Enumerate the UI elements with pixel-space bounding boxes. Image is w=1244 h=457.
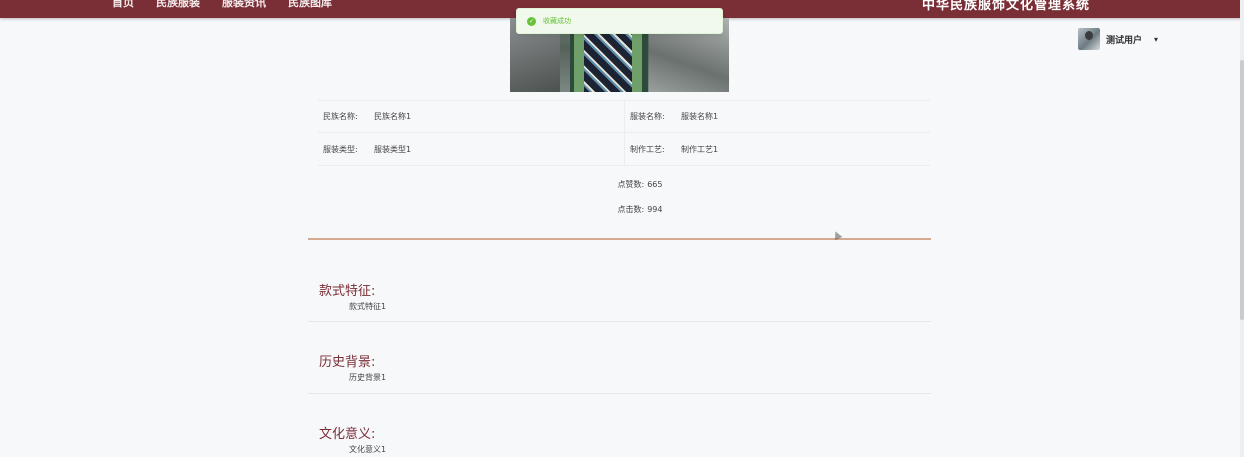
section-title: 款式特征: — [319, 284, 376, 299]
section-content: 文化意义1 — [349, 445, 387, 454]
field-label: 制作工艺: — [630, 144, 665, 154]
cultural-meaning-section: 文化意义: 文化意义1 — [319, 423, 931, 455]
section-separator — [308, 321, 931, 322]
nav-home[interactable]: 首页 — [112, 0, 134, 10]
clicks-stat: 点击数: 994 — [580, 204, 700, 215]
page-scrollbar[interactable] — [1240, 0, 1244, 457]
table-row: 服装类型: 服装类型1 制作工艺: 制作工艺1 — [318, 133, 930, 166]
field-label: 服装类型: — [323, 144, 358, 154]
likes-count: 665 — [647, 180, 663, 189]
info-cell: 制作工艺: 制作工艺1 — [624, 133, 930, 165]
user-name: 测试用户 — [1106, 35, 1143, 46]
chevron-down-icon[interactable]: ▾ — [1154, 35, 1158, 44]
field-value: 服装类型1 — [374, 144, 412, 154]
user-menu[interactable]: 测试用户 ▾ — [1078, 28, 1158, 50]
history-section: 历史背景: 历史背景1 — [319, 351, 931, 383]
nav-news[interactable]: 服装资讯 — [222, 0, 266, 10]
section-title: 文化意义: — [319, 427, 376, 442]
success-toast: ✓ 收藏成功 — [516, 8, 723, 34]
costume-info-table: 民族名称: 民族名称1 服装名称: 服装名称1 服装类型: 服装类型1 制作工艺… — [318, 100, 930, 166]
section-separator — [308, 393, 931, 394]
info-cell: 服装名称: 服装名称1 — [624, 101, 930, 132]
clicks-count: 994 — [647, 205, 663, 214]
nav-gallery[interactable]: 民族图库 — [288, 0, 332, 10]
field-label: 民族名称: — [323, 112, 358, 121]
likes-label: 点赞数: — [617, 180, 645, 189]
clicks-label: 点击数: — [617, 205, 645, 214]
field-value: 制作工艺1 — [681, 144, 719, 154]
field-value: 服装名称1 — [681, 112, 719, 121]
style-features-section: 款式特征: 款式特征1 — [319, 280, 931, 312]
nav-costumes[interactable]: 民族服装 — [156, 0, 200, 10]
info-cell: 民族名称: 民族名称1 — [318, 101, 624, 132]
toast-message: 收藏成功 — [543, 17, 571, 25]
field-value: 民族名称1 — [374, 112, 412, 121]
main-nav: 首页 民族服装 服装资讯 民族图库 — [112, 0, 332, 10]
site-title: 中华民族服饰文化管理系统 — [921, 0, 1090, 13]
section-content: 历史背景1 — [349, 373, 387, 382]
likes-stat: 点赞数: 665 — [580, 179, 700, 190]
field-label: 服装名称: — [630, 112, 665, 121]
table-row: 民族名称: 民族名称1 服装名称: 服装名称1 — [318, 100, 930, 133]
section-title: 历史背景: — [319, 355, 376, 370]
info-cell: 服装类型: 服装类型1 — [318, 133, 624, 165]
scrollbar-thumb[interactable] — [1240, 60, 1244, 320]
check-circle-icon: ✓ — [527, 16, 536, 26]
section-content: 款式特征1 — [349, 302, 387, 311]
avatar — [1078, 28, 1100, 50]
